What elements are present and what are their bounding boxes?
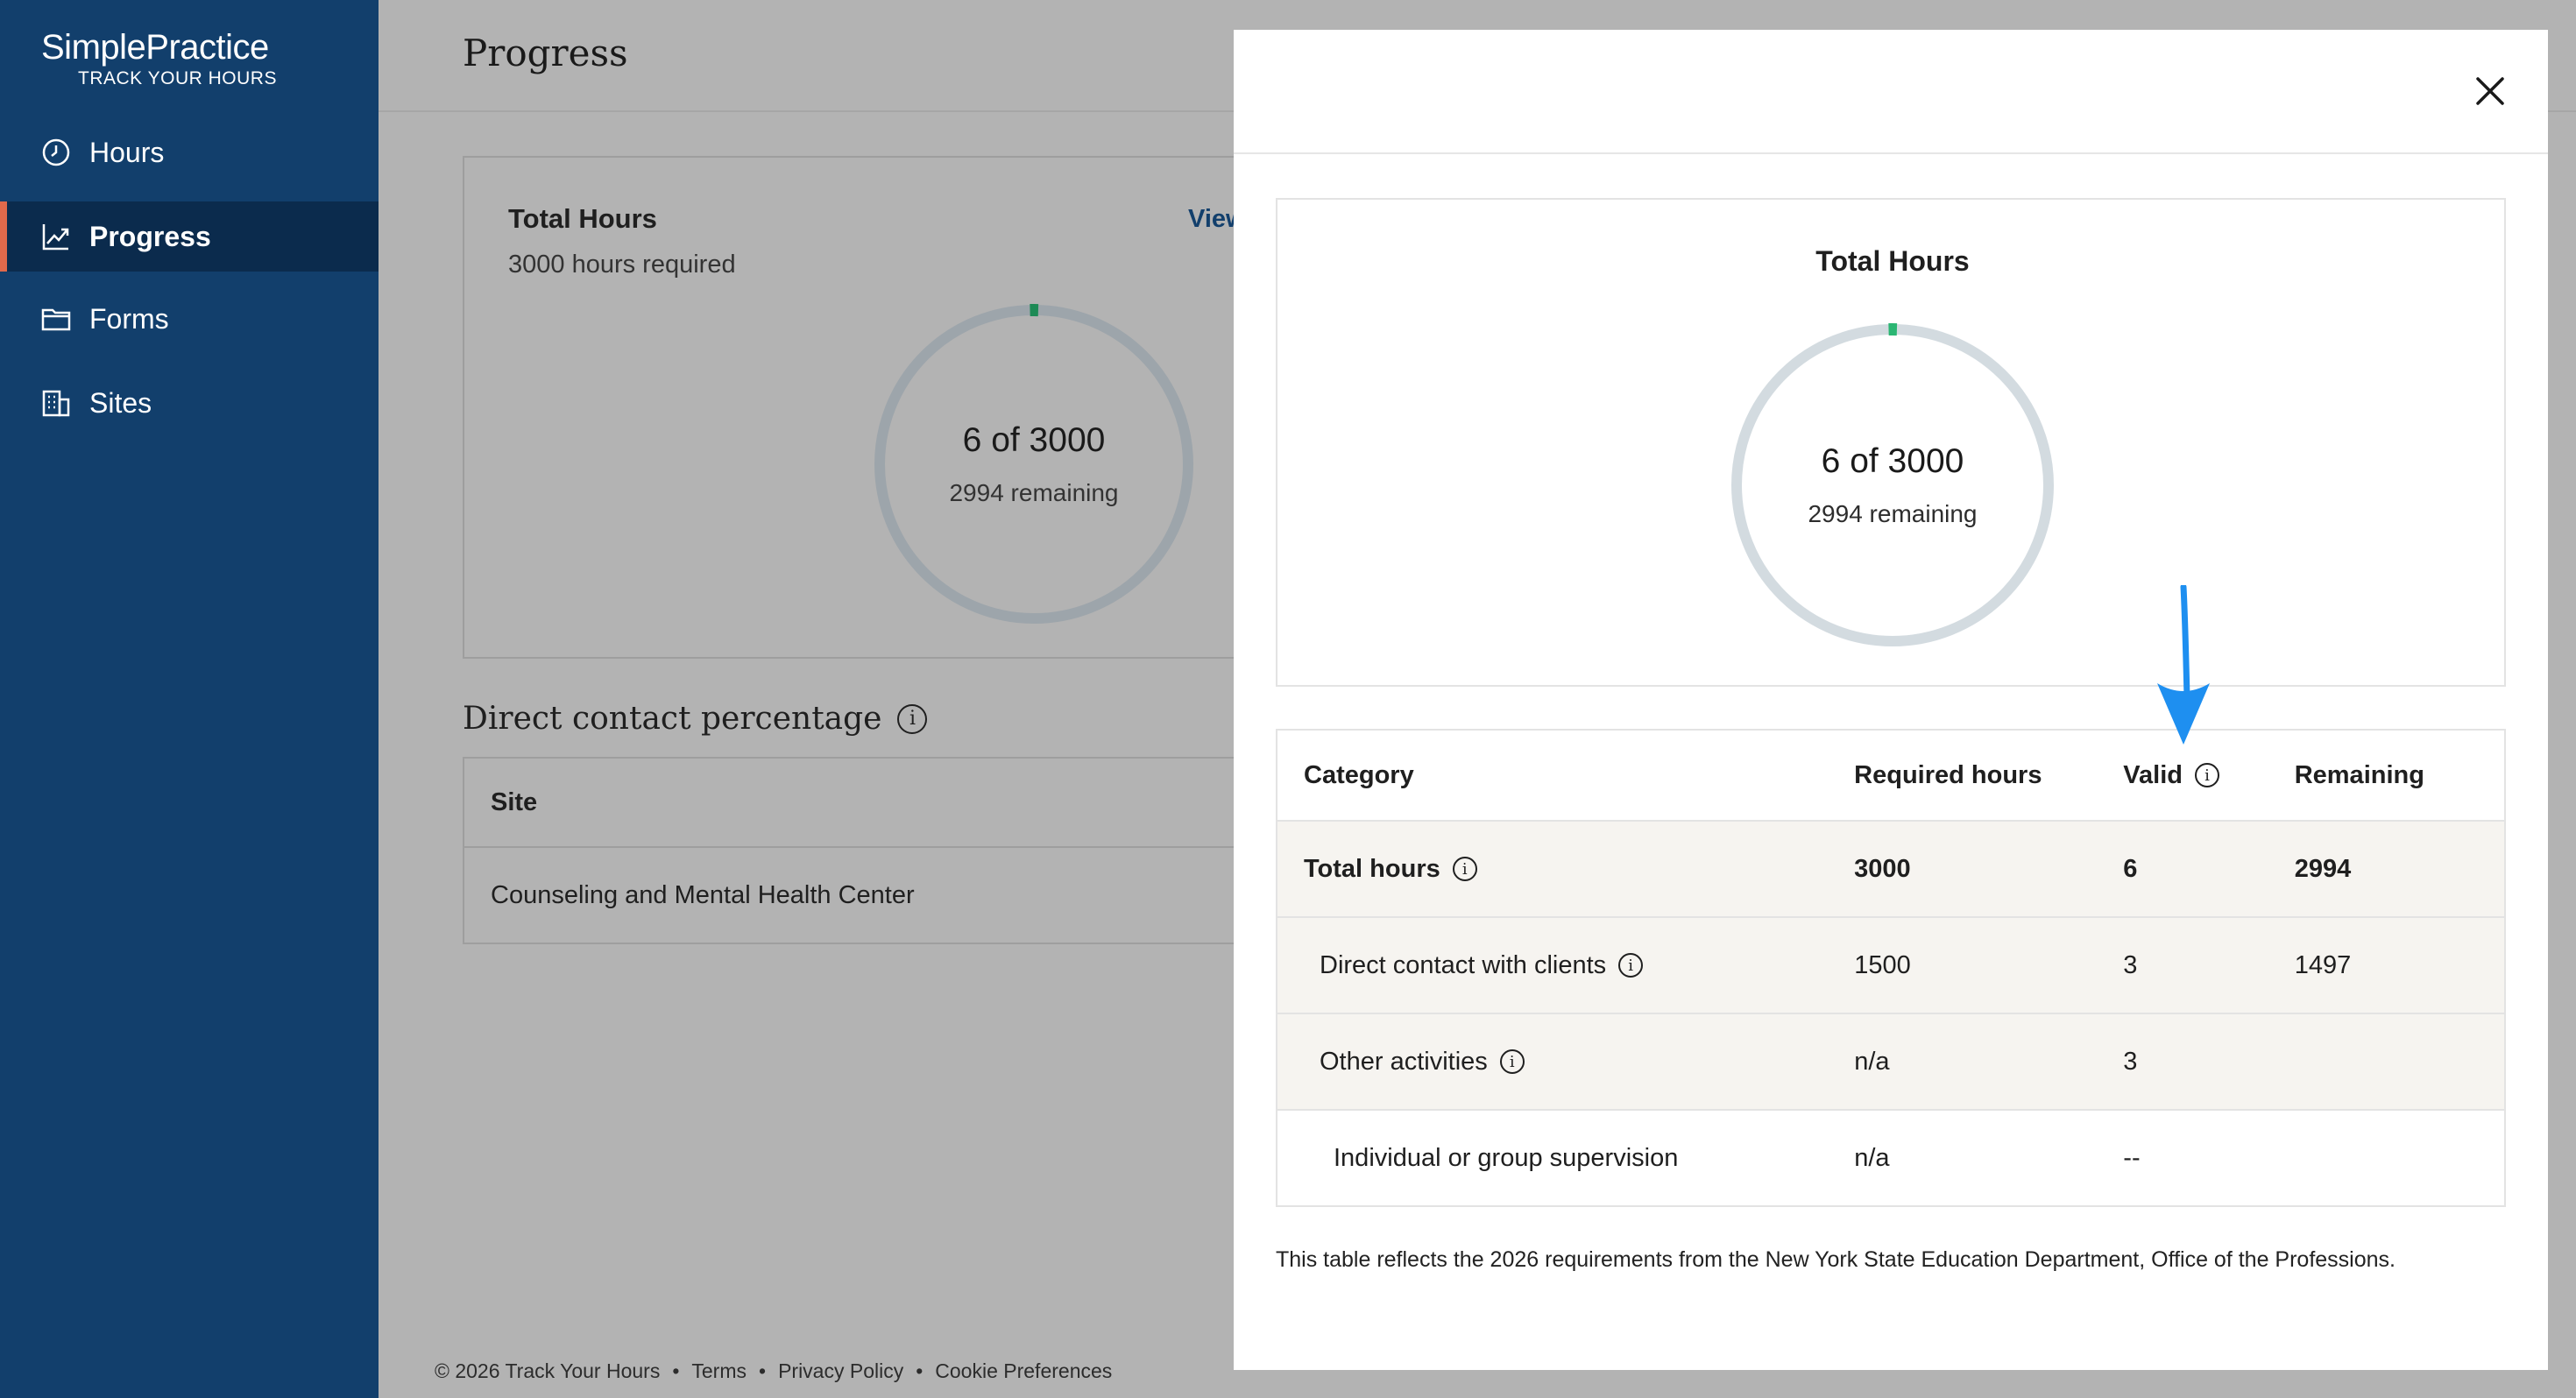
footer-separator: • xyxy=(672,1359,680,1382)
info-icon[interactable]: i xyxy=(897,703,928,734)
brand-subtitle: TRACK YOUR HOURS xyxy=(78,68,277,88)
table-header-row: Category Required hours Valid i Remainin… xyxy=(1277,731,2504,820)
terms-link[interactable]: Terms xyxy=(691,1359,747,1383)
valid-header: Valid i xyxy=(2123,761,2294,790)
required-cell: n/a xyxy=(1854,1047,1890,1076)
sidebar-item-label: Sites xyxy=(89,386,152,419)
valid-cell: 3 xyxy=(2123,950,2138,979)
card-title: Total Hours xyxy=(508,203,657,234)
sidebar-item-forms[interactable]: Forms xyxy=(0,284,379,354)
remaining-cell: 2994 xyxy=(2294,854,2352,883)
folder-icon xyxy=(40,303,72,335)
ring-value: 6 of 3000 xyxy=(1821,442,1964,480)
valid-cell: -- xyxy=(2123,1143,2141,1172)
remaining-header: Remaining xyxy=(2294,760,2424,789)
category-header: Category xyxy=(1304,760,1414,789)
annotation-arrow-icon xyxy=(2154,583,2213,746)
direct-contact-heading: Direct contact percentage i xyxy=(463,701,928,737)
modal-header xyxy=(1234,30,2548,154)
close-button[interactable] xyxy=(2471,72,2509,110)
total-hours-chart-card: Total Hours 6 of 3000 2994 remaining xyxy=(1276,198,2506,687)
sidebar: SimplePractice TRACK YOUR HOURS Hours Pr… xyxy=(0,0,379,1398)
category-label: Direct contact with clients xyxy=(1320,950,1607,979)
category-cell: Individual or group supervision xyxy=(1277,1144,1854,1173)
category-label: Other activities xyxy=(1320,1047,1488,1076)
total-hours-modal: Total Hours 6 of 3000 2994 remaining Cat… xyxy=(1234,30,2548,1370)
table-header: Site xyxy=(464,759,1337,848)
footer-separator: • xyxy=(916,1359,924,1382)
valid-cell: 6 xyxy=(2123,854,2138,883)
info-icon[interactable]: i xyxy=(1618,953,1644,978)
privacy-policy-link[interactable]: Privacy Policy xyxy=(778,1359,903,1383)
footer: © 2026 Track Your Hours • Terms • Privac… xyxy=(435,1359,1112,1383)
chart-title: Total Hours xyxy=(1815,245,1970,277)
sidebar-item-progress[interactable]: Progress xyxy=(0,201,379,272)
close-icon xyxy=(2476,77,2504,105)
table-row[interactable]: Counseling and Mental Health Center xyxy=(464,848,1337,943)
ring-remaining: 2994 remaining xyxy=(1808,500,1978,527)
sidebar-item-label: Hours xyxy=(89,136,165,168)
trend-chart-icon xyxy=(40,221,72,252)
requirements-note: This table reflects the 2026 requirement… xyxy=(1276,1247,2396,1272)
site-table: Site Counseling and Mental Health Center xyxy=(463,757,1339,944)
table-row: Other activities i n/a 3 xyxy=(1277,1013,2504,1109)
logo[interactable]: SimplePractice TRACK YOUR HOURS xyxy=(41,26,277,89)
requirements-table: Category Required hours Valid i Remainin… xyxy=(1276,729,2506,1207)
info-icon[interactable]: i xyxy=(1499,1049,1525,1074)
table-row: Total hours i 3000 6 2994 xyxy=(1277,820,2504,916)
building-icon xyxy=(40,387,72,419)
info-icon[interactable]: i xyxy=(2194,763,2219,787)
table-row: Individual or group supervision n/a -- xyxy=(1277,1109,2504,1205)
copyright-text: © 2026 Track Your Hours xyxy=(435,1359,661,1382)
category-label: Total hours xyxy=(1304,854,1440,883)
ring-value: 6 of 3000 xyxy=(962,421,1106,459)
category-label: Individual or group supervision xyxy=(1334,1143,1679,1172)
required-cell: 3000 xyxy=(1854,854,1911,883)
category-cell: Direct contact with clients i xyxy=(1277,951,1854,980)
required-hours-header: Required hours xyxy=(1854,760,2042,789)
clock-icon xyxy=(40,137,72,168)
valid-cell: 3 xyxy=(2123,1047,2138,1076)
footer-separator: • xyxy=(759,1359,767,1382)
ring-remaining: 2994 remaining xyxy=(949,479,1119,506)
brand-name: SimplePractice xyxy=(41,28,269,67)
sidebar-item-label: Progress xyxy=(89,220,211,252)
required-cell: 1500 xyxy=(1854,950,1911,979)
page-title: Progress xyxy=(463,32,628,74)
section-title: Direct contact percentage xyxy=(463,701,882,737)
total-hours-card: Total Hours 3000 hours required View 6 o… xyxy=(463,156,1339,659)
card-subtitle: 3000 hours required xyxy=(508,251,736,279)
category-cell: Total hours i xyxy=(1277,855,1854,884)
category-cell: Other activities i xyxy=(1277,1048,1854,1077)
progress-ring: 6 of 3000 2994 remaining xyxy=(867,298,1200,631)
table-row: Direct contact with clients i 1500 3 149… xyxy=(1277,916,2504,1013)
cookie-preferences-link[interactable]: Cookie Preferences xyxy=(935,1359,1112,1383)
info-icon[interactable]: i xyxy=(1452,857,1477,881)
required-cell: n/a xyxy=(1854,1143,1890,1172)
sidebar-item-sites[interactable]: Sites xyxy=(0,368,379,438)
progress-ring: 6 of 3000 2994 remaining xyxy=(1726,319,2059,652)
sidebar-item-hours[interactable]: Hours xyxy=(0,117,379,187)
remaining-cell: 1497 xyxy=(2294,950,2352,979)
valid-header-label: Valid xyxy=(2123,760,2183,789)
sidebar-item-label: Forms xyxy=(89,302,169,335)
